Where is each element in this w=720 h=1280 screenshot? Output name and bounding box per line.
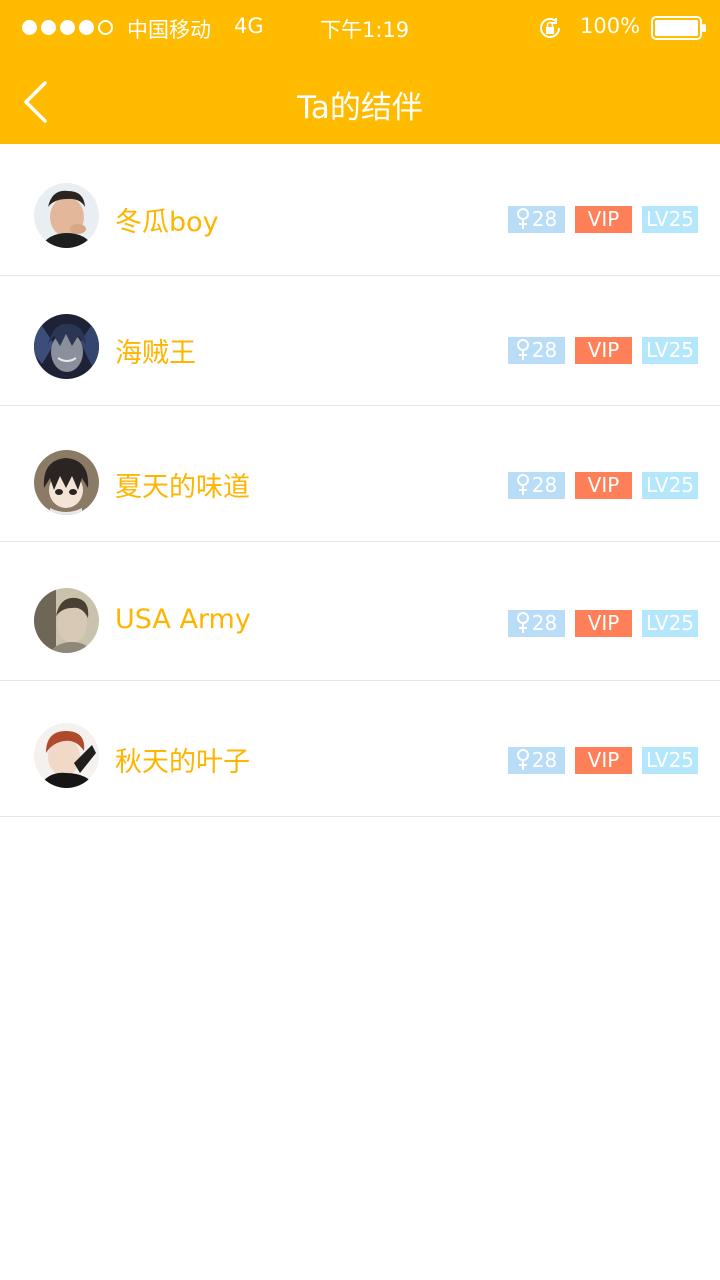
list-item[interactable]: 秋天的叶子 28 VIP LV25 [0,681,720,817]
level-badge: LV25 [642,610,698,637]
top-bar: 中国移动 4G 下午1:19 100% Ta的结伴 [0,0,720,144]
age-badge: 28 [508,472,565,499]
avatar[interactable] [34,723,99,788]
age-badge: 28 [508,747,565,774]
vip-badge: VIP [575,747,632,774]
female-icon [516,612,529,633]
battery-percent: 100% [580,14,641,38]
status-time: 下午1:19 [320,18,410,42]
network-type: 4G [234,14,264,38]
age-badge: 28 [508,206,565,233]
avatar[interactable] [34,588,99,653]
avatar[interactable] [34,183,99,248]
page-title: Ta的结伴 [297,90,423,126]
list-item[interactable]: USA Army 28 VIP LV25 [0,542,720,681]
battery-icon [651,16,706,40]
age-value: 28 [531,611,558,635]
list-item[interactable]: 夏天的味道 28 VIP LV25 [0,406,720,542]
age-value: 28 [531,338,558,362]
carrier-name: 中国移动 [127,18,211,42]
username[interactable]: USA Army [115,604,251,635]
avatar[interactable] [34,314,99,379]
list-item[interactable]: 海贼王 28 VIP LV25 [0,276,720,406]
username[interactable]: 夏天的味道 [115,465,250,504]
vip-badge: VIP [575,610,632,637]
status-bar: 中国移动 4G 下午1:19 100% [0,0,720,56]
username[interactable]: 秋天的叶子 [115,740,250,779]
female-icon [516,208,529,229]
vip-badge: VIP [575,472,632,499]
avatar[interactable] [34,450,99,515]
signal-strength-icon [22,20,117,36]
age-value: 28 [531,207,558,231]
age-badge: 28 [508,610,565,637]
vip-badge: VIP [575,337,632,364]
level-badge: LV25 [642,472,698,499]
vip-badge: VIP [575,206,632,233]
username[interactable]: 海贼王 [115,331,196,370]
rotation-lock-icon [540,18,560,38]
female-icon [516,749,529,770]
level-badge: LV25 [642,747,698,774]
nav-bar: Ta的结伴 [0,56,720,144]
age-value: 28 [531,473,558,497]
list-item[interactable]: 冬瓜boy 28 VIP LV25 [0,145,720,276]
username[interactable]: 冬瓜boy [115,200,219,239]
female-icon [516,339,529,360]
age-badge: 28 [508,337,565,364]
level-badge: LV25 [642,337,698,364]
age-value: 28 [531,748,558,772]
level-badge: LV25 [642,206,698,233]
female-icon [516,474,529,495]
